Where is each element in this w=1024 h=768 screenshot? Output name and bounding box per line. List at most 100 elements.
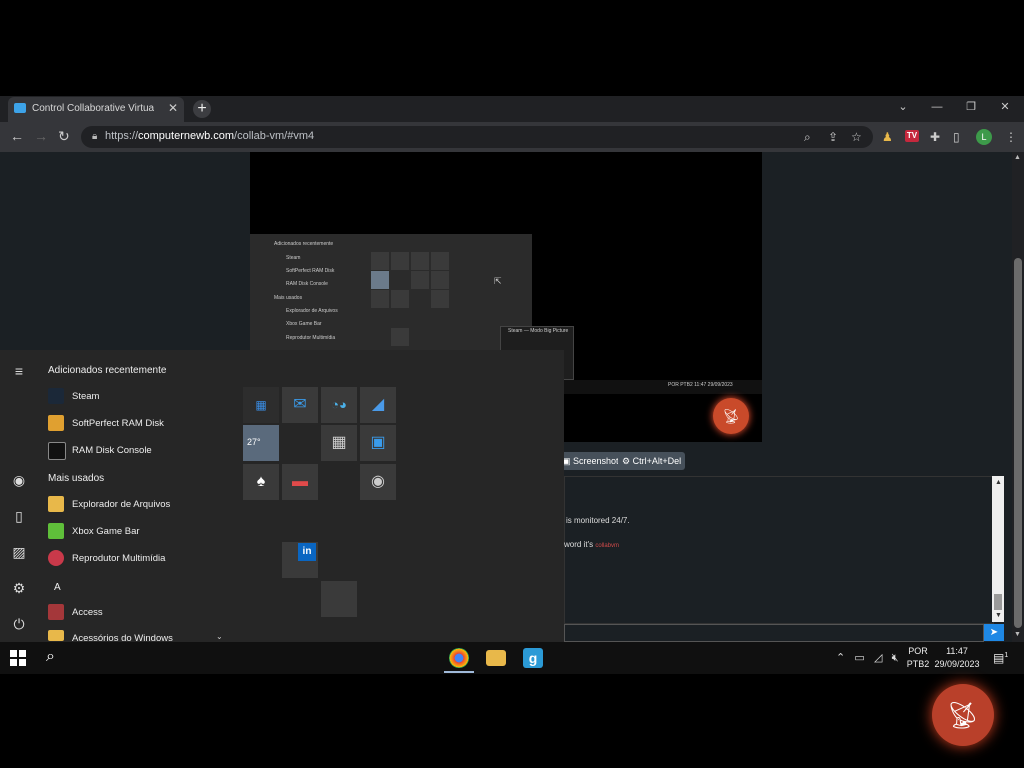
ctrl-alt-del-label: Ctrl+Alt+Del xyxy=(632,456,682,466)
lock-icon[interactable]: 🔒︎ xyxy=(92,131,97,142)
tab-title: Control Collaborative Virtual Ma xyxy=(32,103,154,114)
user-avatar-icon[interactable]: ◉ xyxy=(10,472,28,489)
start-item-xbox[interactable]: Xbox Game Bar xyxy=(72,526,140,537)
tab-search-button[interactable]: ⌄ xyxy=(888,97,918,117)
start-item-softperfect[interactable]: SoftPerfect RAM Disk xyxy=(72,418,164,429)
vm-steam-window-title: Steam — Modo Big Picture xyxy=(508,328,569,334)
network-icon[interactable]: ◿ xyxy=(874,652,882,664)
vm-tray-date: 29/09/2023 xyxy=(707,382,733,388)
power-icon[interactable]: ⏻ xyxy=(10,616,28,633)
back-icon[interactable]: ← xyxy=(10,128,24,144)
vm-tile xyxy=(391,328,409,346)
vm-broadcast-icon: 📡︎ xyxy=(713,398,749,434)
new-tab-button[interactable]: + xyxy=(193,100,211,118)
chat-message: is monitored 24/7. xyxy=(566,516,630,525)
file-explorer-icon[interactable] xyxy=(486,650,506,666)
vm-most-used-item: Reprodutor Multimídia xyxy=(286,335,336,341)
app-g-icon[interactable]: g xyxy=(523,648,543,668)
ctrl-alt-del-button[interactable]: ⚙ Ctrl+Alt+Del xyxy=(618,452,686,470)
battery-icon[interactable]: ▭ xyxy=(854,652,864,664)
start-item-steam[interactable]: Steam xyxy=(72,391,99,402)
extensions-puzzle-icon[interactable]: ✚ xyxy=(930,130,940,144)
mail-tile[interactable]: ✉ xyxy=(282,387,318,423)
vm-recent-item: Steam xyxy=(286,255,301,261)
start-item-media-player[interactable]: Reprodutor Multimídia xyxy=(72,553,165,564)
start-item-explorer[interactable]: Explorador de Arquivos xyxy=(72,499,170,510)
console-icon xyxy=(48,442,66,460)
restore-button[interactable]: ❐ xyxy=(956,97,986,117)
menu-kebab-icon[interactable]: ⋮ xyxy=(1005,130,1017,144)
volume-mute-icon[interactable]: 🔇︎ xyxy=(892,652,899,664)
weather-temp: 27° xyxy=(247,437,261,447)
url-text[interactable]: https://computernewb.com/collab-vm/#vm4 xyxy=(105,130,314,142)
close-window-button[interactable]: ✕ xyxy=(990,97,1020,117)
chat-panel xyxy=(564,476,994,624)
vm-recent-header: Adicionados recentemente xyxy=(274,241,334,247)
linkedin-group-tile[interactable]: in xyxy=(282,542,318,578)
tab-close-icon[interactable]: ✕ xyxy=(168,101,178,115)
pictures-icon[interactable]: ▨ xyxy=(10,544,28,561)
scroll-up-icon[interactable]: ▲ xyxy=(1014,154,1021,161)
camera-tile[interactable]: ◉ xyxy=(360,464,396,500)
extension-person-icon[interactable]: ♟ xyxy=(882,130,893,144)
tray-lang-2[interactable]: PTB2 xyxy=(904,659,932,669)
extension-tv-icon[interactable]: TV xyxy=(905,130,919,142)
weather-tile[interactable]: 27° xyxy=(243,425,279,461)
side-panel-icon[interactable]: ▯ xyxy=(953,130,960,144)
bookmark-star-icon[interactable]: ☆ xyxy=(851,130,862,144)
notification-count: 1 xyxy=(1004,652,1009,659)
chrome-icon[interactable] xyxy=(449,648,469,668)
calculator-tile[interactable]: ▦ xyxy=(321,425,357,461)
tray-time[interactable]: 11:47 xyxy=(934,646,980,656)
share-icon[interactable]: ⇪ xyxy=(828,130,838,144)
vm-recent-item: RAM Disk Console xyxy=(286,281,328,287)
notification-icon[interactable]: ▤1 xyxy=(993,651,1008,665)
url-path: /collab-vm/#vm4 xyxy=(234,130,315,142)
vm-most-used-item: Xbox Game Bar xyxy=(286,321,322,327)
tray-icons[interactable]: ⌃ ▭ ◿ 🔇︎ xyxy=(836,651,899,665)
solitaire-tile[interactable]: ♠ xyxy=(243,464,279,500)
chat-input[interactable] xyxy=(564,624,984,642)
chat-scroll-down-icon[interactable]: ▼ xyxy=(995,612,1002,619)
forward-icon[interactable]: → xyxy=(34,128,48,144)
vm-most-used-header: Mais usados xyxy=(274,295,303,301)
tray-lang-1[interactable]: POR xyxy=(904,646,932,656)
broadcast-icon[interactable]: 📡︎ xyxy=(932,684,994,746)
start-item-access[interactable]: Access xyxy=(72,607,103,618)
chat-scroll-up-icon[interactable]: ▲ xyxy=(995,479,1002,486)
documents-icon[interactable]: ▯ xyxy=(10,508,28,525)
vm-tile xyxy=(411,252,429,270)
vm-tile xyxy=(431,290,449,308)
active-app-indicator xyxy=(444,671,474,673)
scroll-down-icon[interactable]: ▼ xyxy=(1014,631,1021,638)
news-tile[interactable]: ▬ xyxy=(282,464,318,500)
office-apps-tile[interactable]: ▦ xyxy=(243,387,279,423)
letter-header-a[interactable]: A xyxy=(54,582,61,593)
chat-message-text: word it's xyxy=(564,540,594,549)
movies-tile[interactable]: ▣ xyxy=(360,425,396,461)
chevron-up-icon[interactable]: ⌃ xyxy=(836,652,845,664)
chevron-down-icon[interactable]: ⌄ xyxy=(216,632,223,641)
start-item-ram-console[interactable]: RAM Disk Console xyxy=(72,445,152,456)
reload-icon[interactable]: ↻ xyxy=(58,128,70,145)
media-player-icon xyxy=(48,550,64,566)
hamburger-menu-icon[interactable]: ≡ xyxy=(10,363,28,379)
send-icon[interactable]: ➤ xyxy=(984,624,1004,641)
tray-date[interactable]: 29/09/2023 xyxy=(934,659,980,669)
search-icon[interactable]: ⌕ xyxy=(46,648,55,666)
photos-tile[interactable]: ◢ xyxy=(360,387,396,423)
chat-scrollbar-thumb[interactable] xyxy=(994,594,1002,610)
windows-start-icon[interactable] xyxy=(10,650,26,666)
vm-tray: POR PTB2 11:47 29/09/2023 xyxy=(668,382,733,388)
vm-tray-time: 11:47 xyxy=(694,382,707,388)
zoom-search-icon[interactable]: ⌕ xyxy=(804,130,811,145)
app-tile[interactable] xyxy=(321,581,357,617)
settings-gear-icon[interactable]: ⚙ xyxy=(10,580,28,597)
profile-avatar[interactable]: L xyxy=(976,129,992,145)
screenshot-button[interactable]: ▣ Screenshot xyxy=(558,452,623,470)
vm-tile xyxy=(371,271,389,289)
page-scrollbar-thumb[interactable] xyxy=(1014,258,1022,628)
minimize-button[interactable]: — xyxy=(922,97,952,117)
browsers-tile[interactable]: ◔◕ xyxy=(321,387,357,423)
vm-tile xyxy=(431,252,449,270)
